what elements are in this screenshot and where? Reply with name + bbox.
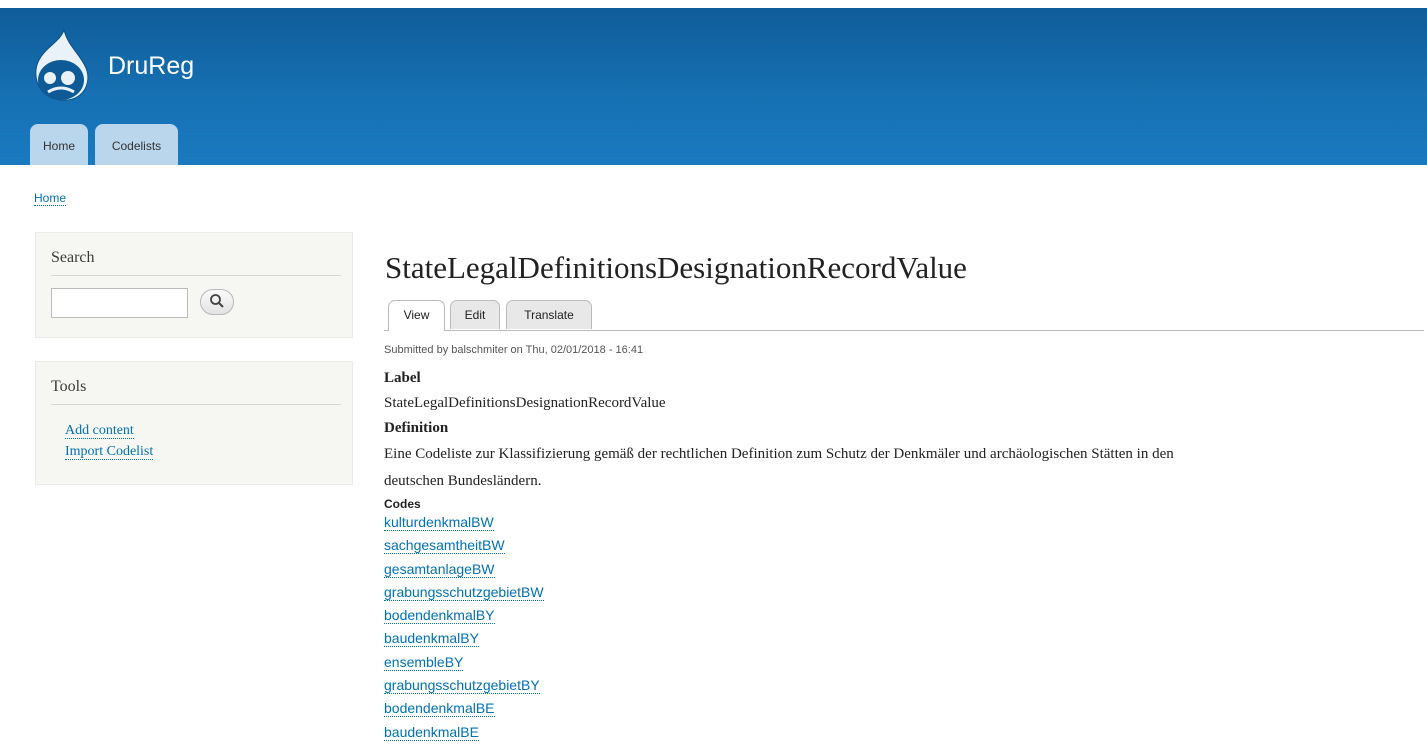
tab-view[interactable]: View xyxy=(388,300,445,331)
drupal-logo-icon[interactable] xyxy=(30,28,92,108)
label-field-value: StateLegalDefinitionsDesignationRecordVa… xyxy=(384,395,666,411)
codes-list: kulturdenkmalBW sachgesamtheitBW gesamta… xyxy=(384,514,544,747)
definition-line-1: Eine Codeliste zur Klassifizierung gemäß… xyxy=(384,446,1174,462)
tab-codelists[interactable]: Codelists xyxy=(95,124,178,165)
tools-block-title: Tools xyxy=(51,378,341,405)
code-link[interactable]: kulturdenkmalBW xyxy=(384,514,494,531)
submitted-info: Submitted by balschmiter on Thu, 02/01/2… xyxy=(384,344,644,356)
code-link[interactable]: ensembleBY xyxy=(384,653,464,671)
label-field-title: Label xyxy=(384,370,421,386)
codes-field-title: Codes xyxy=(384,497,421,511)
definition-line-2: deutschen Bundesländern. xyxy=(384,473,542,489)
code-link[interactable]: bodendenkmalBE xyxy=(384,700,495,718)
list-item: sachgesamtheitBW xyxy=(384,537,544,560)
code-link[interactable]: baudenkmalBE xyxy=(384,723,479,741)
list-item: baudenkmalBY xyxy=(384,630,544,653)
definition-field-title: Definition xyxy=(384,420,449,436)
local-tasks-tabs: View Edit Translate xyxy=(384,300,1424,331)
breadcrumb-home-link[interactable]: Home xyxy=(34,191,67,206)
search-block-title: Search xyxy=(51,249,341,276)
site-name[interactable]: DruReg xyxy=(108,52,194,81)
tab-translate[interactable]: Translate xyxy=(506,300,592,329)
code-link[interactable]: grabungsschutzgebietBY xyxy=(384,677,540,695)
tab-home[interactable]: Home xyxy=(30,124,88,165)
code-link[interactable]: gesamtanlageBW xyxy=(384,560,495,578)
import-codelist-link[interactable]: Import Codelist xyxy=(65,444,154,460)
list-item: bodendenkmalBE xyxy=(384,700,544,723)
list-item: kulturdenkmalBW xyxy=(384,514,544,537)
list-item: grabungsschutzgebietBY xyxy=(384,677,544,700)
add-content-link[interactable]: Add content xyxy=(65,423,134,439)
site-header: DruReg Home Codelists xyxy=(0,8,1427,165)
list-item: baudenkmalBE xyxy=(384,723,544,747)
search-button[interactable] xyxy=(200,289,234,315)
tab-edit[interactable]: Edit xyxy=(450,300,500,329)
code-link[interactable]: sachgesamtheitBW xyxy=(384,537,505,555)
search-icon xyxy=(210,293,224,308)
code-link[interactable]: grabungsschutzgebietBW xyxy=(384,583,544,601)
list-item: ensembleBY xyxy=(384,653,544,677)
tools-block: Tools Add content Import Codelist xyxy=(35,361,353,485)
search-block: Search xyxy=(35,232,353,338)
list-item: grabungsschutzgebietBW xyxy=(384,583,544,607)
search-input[interactable] xyxy=(51,288,188,318)
code-link[interactable]: baudenkmalBY xyxy=(384,630,479,648)
list-item: gesamtanlageBW xyxy=(384,560,544,584)
page-title: StateLegalDefinitionsDesignationRecordVa… xyxy=(385,250,967,285)
list-item: bodendenkmalBY xyxy=(384,607,544,630)
code-link[interactable]: bodendenkmalBY xyxy=(384,607,495,625)
